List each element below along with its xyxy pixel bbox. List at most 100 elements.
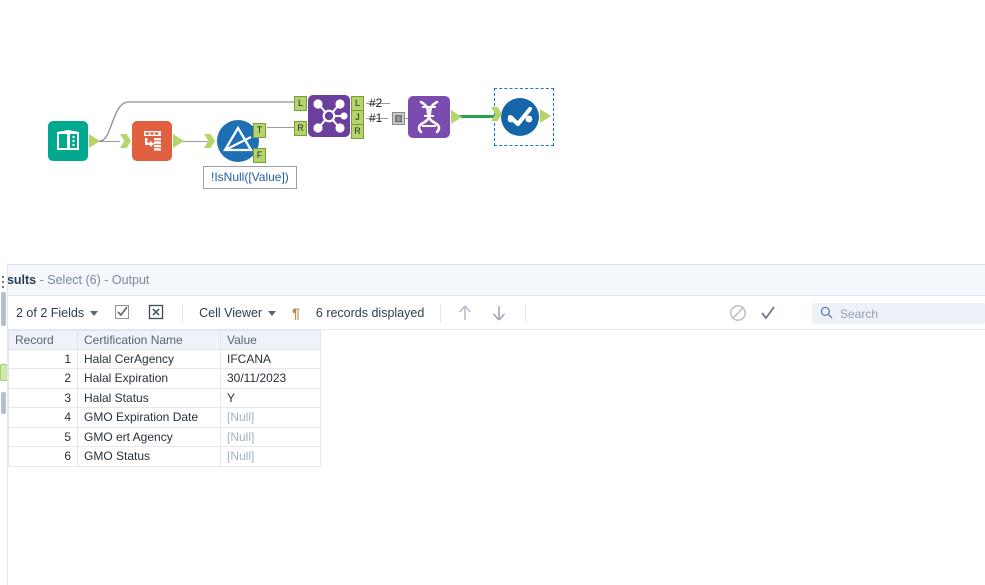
transpose-icon [141,129,164,153]
column-header-certification-name[interactable]: Certification Name [78,330,221,350]
table-row[interactable]: 2 Halal Expiration 30/11/2023 [8,369,321,389]
cell-value[interactable]: [Null] [221,408,321,428]
cell-certification-name[interactable]: Halal Status [78,388,221,408]
search-input[interactable]: Search [812,303,985,324]
transpose-output-anchor[interactable] [173,134,185,149]
input-data-icon-box [48,121,88,161]
scroll-up-button[interactable] [449,301,483,325]
table-row[interactable]: 4 GMO Expiration Date [Null] [8,408,321,428]
join-join-output-anchor[interactable]: J [351,110,364,125]
select-input-anchor[interactable] [491,107,503,122]
workflow-canvas[interactable]: T F !IsNull([Value]) L R L J R #2 #1 ▥ [0,0,985,264]
confirm-button[interactable] [759,304,777,325]
join-right-input-anchor[interactable]: R [294,121,307,136]
select-all-fields-button[interactable] [106,301,140,325]
dna-helix-icon [417,100,441,134]
join-tool[interactable]: L R L J R [294,95,364,139]
checkbox-checked-icon [114,304,132,322]
transpose-input-anchor[interactable] [120,134,132,149]
table-body: 1 Halal CerAgency IFCANA 2 Halal Expiration 3… [8,349,321,467]
arrow-down-icon [491,304,509,322]
join-icon [313,99,348,133]
data-cleansing-icon-box [408,96,450,138]
checkbox-x-icon [148,304,166,322]
data-cleansing-tool[interactable] [408,96,462,138]
book-icon [57,130,79,150]
alteryx-window: T F !IsNull([Value]) L R L J R #2 #1 ▥ e… [0,0,985,585]
left-panel-border [7,264,8,585]
table-header-row: Record Certification Name Value [8,330,321,350]
input-data-output-anchor[interactable] [89,134,101,149]
search-icon [820,306,833,322]
left-dot-3 [2,286,4,288]
column-header-record[interactable]: Record [8,330,78,350]
filter-true-anchor[interactable]: T [253,123,266,138]
cell-record[interactable]: 5 [8,427,78,447]
arrow-up-icon [457,304,475,322]
results-table: Record Certification Name Value 1 Halal C… [8,330,321,467]
cell-viewer-label: Cell Viewer [199,306,263,320]
select-check-icon [501,98,539,136]
cell-viewer-dropdown[interactable]: Cell Viewer [191,301,284,325]
cell-certification-name[interactable]: GMO ert Agency [78,427,221,447]
toolbar-separator-2 [440,304,442,322]
results-pane: esults - Select (6) - Output 2 of 2 Fiel… [0,264,985,585]
cell-record[interactable]: 4 [8,408,78,428]
cell-record[interactable]: 3 [8,388,78,408]
records-displayed-label: 6 records displayed [315,306,425,320]
results-title-bar: esults - Select (6) - Output [0,265,985,296]
join-left-input-anchor[interactable]: L [294,96,307,111]
table-row[interactable]: 6 GMO Status [Null] [8,447,321,467]
cell-certification-name[interactable]: GMO Expiration Date [78,408,221,428]
no-entry-icon [729,304,747,322]
pilcrow-toggle-button[interactable]: ¶ [284,301,308,325]
fields-dropdown[interactable]: 2 of 2 Fields [8,301,106,325]
connection-label-2: #2 [369,96,383,110]
cell-record[interactable]: 2 [8,369,78,389]
left-dot-1 [2,276,4,278]
results-toolbar: 2 of 2 Fields Cell Viewer ¶ 6 records di… [8,297,985,330]
join-right-output-anchor[interactable]: R [351,124,364,139]
column-header-value[interactable]: Value [221,330,321,350]
filter-expression-label: !IsNull([Value]) [203,166,297,189]
deselect-all-fields-button[interactable] [140,301,174,325]
data-cleansing-output-anchor[interactable] [451,110,463,125]
filter-input-anchor[interactable] [204,134,216,149]
scroll-down-button[interactable] [483,301,517,325]
table-row[interactable]: 3 Halal Status Y [8,388,321,408]
left-scrollbar-thumb[interactable] [1,292,6,326]
transpose-tool[interactable] [120,121,184,161]
records-displayed-label-wrap: 6 records displayed [308,301,432,325]
toolbar-separator-1 [182,304,184,322]
connection-progress-marker: ▥ [392,112,405,125]
select-output-anchor[interactable] [540,109,552,124]
join-icon-box [308,95,350,137]
cell-certification-name[interactable]: GMO Status [78,447,221,467]
cell-record[interactable]: 6 [8,447,78,467]
cell-certification-name[interactable]: Halal Expiration [78,369,221,389]
fields-dropdown-label: 2 of 2 Fields [16,306,85,320]
chevron-down-icon [268,310,277,316]
cell-value[interactable]: IFCANA [221,349,321,369]
check-icon [759,304,777,322]
block-button[interactable] [729,304,747,325]
pilcrow-icon: ¶ [292,305,300,321]
table-row[interactable]: 5 GMO ert Agency [Null] [8,427,321,447]
input-data-tool[interactable] [48,121,100,161]
search-placeholder: Search [840,306,879,321]
cell-value[interactable]: [Null] [221,427,321,447]
cell-value[interactable]: Y [221,388,321,408]
filter-tool[interactable]: T F [204,119,266,168]
cell-record[interactable]: 1 [8,349,78,369]
filter-false-anchor[interactable]: F [253,148,266,163]
left-scrollbar-thumb-2[interactable] [1,392,6,414]
left-dot-2 [2,281,4,283]
toolbar-separator-3 [525,304,527,322]
join-left-output-anchor[interactable]: L [351,96,364,111]
cell-value[interactable]: 30/11/2023 [221,369,321,389]
select-tool[interactable] [491,97,551,142]
cell-value[interactable]: [Null] [221,447,321,467]
table-row[interactable]: 1 Halal CerAgency IFCANA [8,349,321,369]
transpose-icon-box [132,121,172,161]
cell-certification-name[interactable]: Halal CerAgency [78,349,221,369]
